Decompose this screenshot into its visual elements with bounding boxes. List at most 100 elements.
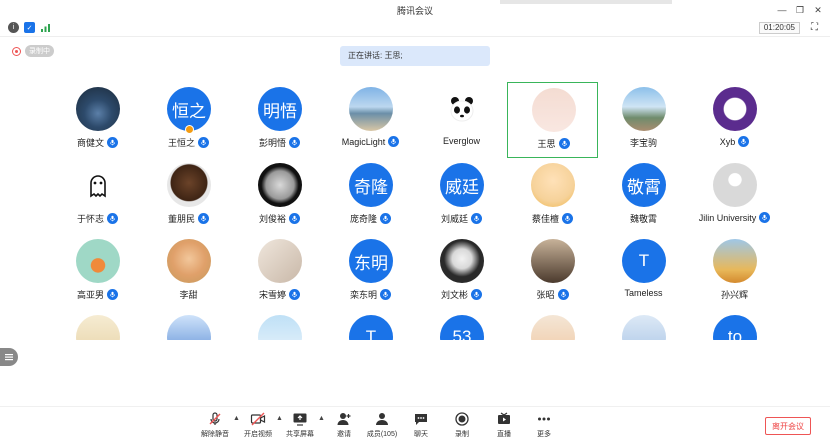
recording-label: 录制中 bbox=[25, 45, 54, 57]
signal-icon[interactable] bbox=[40, 22, 51, 33]
live-button[interactable]: 直播 bbox=[484, 411, 524, 439]
panda-icon bbox=[450, 97, 474, 122]
participant-tile[interactable]: 刘俊裕 bbox=[234, 158, 325, 234]
participant-tile[interactable]: 刘文彬 bbox=[416, 234, 507, 310]
participant-tile[interactable]: 于怀志 bbox=[52, 158, 143, 234]
close-icon[interactable]: ✕ bbox=[810, 2, 826, 18]
participant-tile[interactable]: Everglow bbox=[416, 82, 507, 158]
participant-tile[interactable]: 李甜 bbox=[143, 234, 234, 310]
camera-off-icon bbox=[250, 412, 266, 426]
add-user-icon bbox=[337, 413, 351, 425]
share-screen-button[interactable]: 共享屏幕 bbox=[280, 411, 320, 439]
participant-name: Everglow bbox=[442, 136, 480, 146]
list-icon bbox=[5, 354, 13, 361]
mic-muted-icon bbox=[209, 412, 221, 425]
participant-tile[interactable]: 董朋民 bbox=[143, 158, 234, 234]
participant-name: 刘威廷 bbox=[440, 214, 468, 224]
participant-tile[interactable]: 53 bbox=[416, 310, 507, 340]
participant-label: 张昭 bbox=[507, 288, 598, 301]
avatar-initials: 东明 bbox=[354, 253, 388, 273]
participant-tile[interactable]: 商健文 bbox=[52, 82, 143, 158]
participant-tile[interactable]: 孙兴辉 bbox=[689, 234, 780, 310]
participant-tile[interactable]: 威廷刘威廷 bbox=[416, 158, 507, 234]
participant-tile[interactable] bbox=[52, 310, 143, 340]
participant-tile[interactable]: 东明 栾东明 bbox=[325, 234, 416, 310]
participant-tile[interactable]: 明悟 彭明悟 bbox=[234, 82, 325, 158]
avatar bbox=[167, 315, 211, 340]
participant-tile[interactable]: to bbox=[689, 310, 780, 340]
start-video-button[interactable]: 开启视频 bbox=[238, 411, 278, 439]
participant-tile[interactable]: 奇隆 庞奇隆 bbox=[325, 158, 416, 234]
avatar-initials: to bbox=[727, 327, 743, 340]
participant-tile[interactable]: Jilin University bbox=[689, 158, 780, 234]
mic-icon bbox=[557, 289, 569, 300]
leave-meeting-button[interactable]: 离开会议 bbox=[765, 417, 811, 435]
participant-label: 李宝驹 bbox=[598, 136, 689, 149]
restore-icon[interactable]: ❐ bbox=[792, 2, 808, 18]
participant-tile[interactable]: Xyb bbox=[689, 82, 780, 158]
sidebar-toggle[interactable] bbox=[0, 348, 18, 366]
info-icon[interactable]: i bbox=[8, 22, 19, 33]
share-screen-icon bbox=[293, 413, 307, 426]
participant-tile[interactable] bbox=[143, 310, 234, 340]
participant-tile[interactable]: T Tameless bbox=[598, 234, 689, 310]
avatar: T bbox=[349, 315, 393, 340]
mic-icon bbox=[107, 213, 118, 224]
unmute-button[interactable]: 解除静音 bbox=[195, 411, 235, 439]
participant-label: 栾东明 bbox=[325, 288, 416, 301]
participant-tile[interactable]: 敬霄 魏敬霄 bbox=[598, 158, 689, 234]
avatar bbox=[440, 239, 484, 283]
participant-tile[interactable]: 李宝驹 bbox=[598, 82, 689, 158]
record-dot-icon bbox=[12, 46, 21, 56]
recording-indicator: 录制中 bbox=[12, 45, 54, 57]
avatar-initials: 威廷 bbox=[445, 177, 479, 197]
participant-label: 孙兴辉 bbox=[689, 288, 780, 301]
avatar: to bbox=[713, 315, 757, 340]
participant-tile[interactable] bbox=[507, 310, 598, 340]
participant-label: 刘威廷 bbox=[416, 212, 507, 225]
participant-tile[interactable]: 高亚男 bbox=[52, 234, 143, 310]
invite-button[interactable]: 邀请 bbox=[324, 411, 364, 439]
participant-name: 魏敬霄 bbox=[629, 214, 657, 224]
members-button[interactable]: 成员(105) bbox=[362, 411, 402, 439]
participant-name: Jilin University bbox=[698, 212, 757, 223]
participant-tile[interactable] bbox=[598, 310, 689, 340]
avatar bbox=[440, 87, 484, 131]
participant-tile[interactable]: MagicLight bbox=[325, 82, 416, 158]
top-overlay-bar bbox=[500, 0, 672, 4]
mic-icon bbox=[380, 213, 391, 224]
participant-tile[interactable] bbox=[234, 310, 325, 340]
more-button[interactable]: 更多 bbox=[524, 411, 564, 439]
participant-name: 李甜 bbox=[179, 290, 198, 300]
fullscreen-icon[interactable]: ⛶ bbox=[811, 22, 818, 33]
shield-icon[interactable]: ✓ bbox=[24, 22, 35, 33]
participant-name: 高亚男 bbox=[76, 290, 104, 300]
chat-button[interactable]: 聊天 bbox=[401, 411, 441, 439]
participant-tile[interactable]: 恒之 王恒之 bbox=[143, 82, 234, 158]
participant-name: 张昭 bbox=[536, 290, 555, 300]
record-button[interactable]: 录制 bbox=[442, 411, 482, 439]
avatar bbox=[167, 239, 211, 283]
participant-tile[interactable]: 蔡佳檀 bbox=[507, 158, 598, 234]
participant-tile[interactable]: 宋雪婷 bbox=[234, 234, 325, 310]
participant-name: 刘俊裕 bbox=[258, 214, 286, 224]
participant-label: Jilin University bbox=[689, 212, 780, 223]
participant-label: Tameless bbox=[598, 288, 689, 298]
participant-tile[interactable]: T bbox=[325, 310, 416, 340]
participant-name: 董朋民 bbox=[167, 214, 195, 224]
avatar-initials: T bbox=[638, 251, 650, 270]
participant-tile[interactable]: 王思 bbox=[507, 82, 598, 158]
participant-name: 李宝驹 bbox=[629, 138, 657, 148]
meeting-timer: 01:20:05 bbox=[758, 22, 800, 34]
participant-name: 蔡佳檀 bbox=[531, 214, 559, 224]
avatar bbox=[531, 163, 575, 207]
mic-icon bbox=[289, 213, 300, 224]
participant-label: 蔡佳檀 bbox=[507, 212, 598, 225]
minimize-icon[interactable]: — bbox=[774, 2, 790, 18]
participant-label: 王恒之 bbox=[143, 136, 234, 149]
mic-icon bbox=[738, 136, 750, 147]
participant-tile[interactable]: 张昭 bbox=[507, 234, 598, 310]
avatar bbox=[713, 239, 757, 283]
avatar bbox=[622, 87, 666, 131]
chat-icon bbox=[415, 414, 427, 425]
